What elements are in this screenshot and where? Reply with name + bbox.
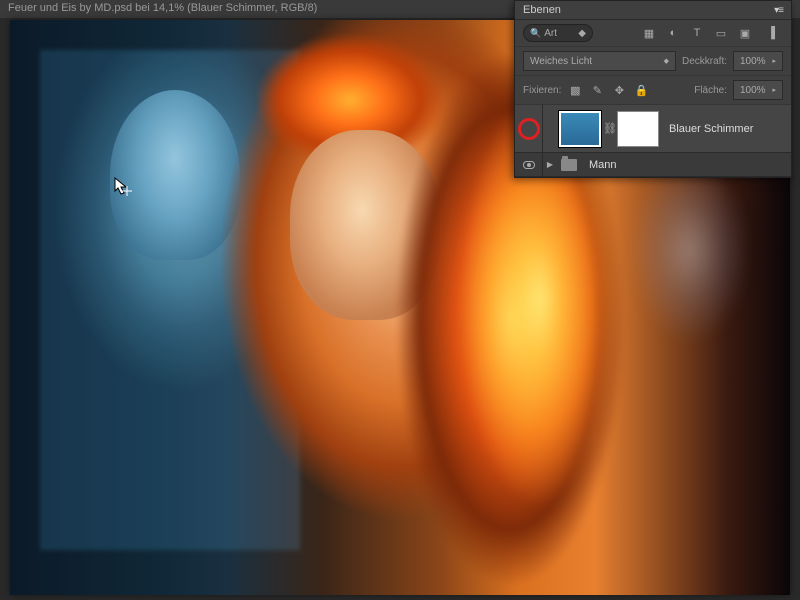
layers-list: ⛓ Blauer Schimmer ▶ Mann (515, 105, 791, 177)
fill-value: 100% (740, 85, 766, 96)
lock-label: Fixieren: (523, 85, 561, 96)
expand-toggle[interactable]: ▶ (543, 160, 557, 169)
eye-icon (523, 161, 535, 169)
folder-icon (561, 159, 577, 171)
chevron-icon: ▸ (772, 86, 776, 94)
blend-mode-select[interactable]: Weiches Licht ◆ (523, 51, 676, 71)
layers-panel: Ebenen ▾≡ 🔍 Art ◆ ▦ ◐ T ▭ ▣ ▌ Weiches Li… (514, 0, 792, 178)
chevron-icon: ◆ (578, 28, 586, 39)
visibility-toggle[interactable] (515, 105, 543, 152)
search-icon: 🔍 (530, 28, 541, 39)
blend-mode-value: Weiches Licht (530, 56, 592, 67)
opacity-value: 100% (740, 56, 766, 67)
filter-type-icon[interactable]: T (689, 25, 705, 41)
highlight-circle-icon (518, 118, 540, 140)
opacity-input[interactable]: 100% ▸ (733, 51, 783, 71)
mask-thumbnail[interactable] (617, 111, 659, 147)
link-mask-icon[interactable]: ⛓ (603, 122, 615, 135)
chevron-icon: ▸ (772, 57, 776, 65)
visibility-toggle[interactable] (515, 153, 543, 177)
layer-row[interactable]: ▶ Mann (515, 153, 791, 177)
lock-position-icon[interactable]: ✥ (611, 82, 627, 98)
layer-row[interactable]: ⛓ Blauer Schimmer (515, 105, 791, 153)
lock-transparent-icon[interactable]: ▩ (567, 82, 583, 98)
lock-pixels-icon[interactable]: ✎ (589, 82, 605, 98)
filter-smart-icon[interactable]: ▣ (737, 25, 753, 41)
layer-thumbnail[interactable] (559, 111, 601, 147)
panel-tab-label: Ebenen (523, 4, 561, 16)
layer-name[interactable]: Blauer Schimmer (661, 123, 791, 135)
panel-tab-layers[interactable]: Ebenen ▾≡ (515, 1, 791, 20)
filter-shape-icon[interactable]: ▭ (713, 25, 729, 41)
fill-label: Fläche: (694, 85, 727, 96)
layer-filter-select[interactable]: 🔍 Art ◆ (523, 24, 593, 42)
panel-menu-icon[interactable]: ▾≡ (774, 5, 783, 16)
lock-all-icon[interactable]: 🔒 (633, 82, 649, 98)
layer-name[interactable]: Mann (581, 159, 791, 171)
filter-pixel-icon[interactable]: ▦ (641, 25, 657, 41)
opacity-label: Deckkraft: (682, 56, 727, 67)
fill-input[interactable]: 100% ▸ (733, 80, 783, 100)
filter-adjust-icon[interactable]: ◐ (665, 25, 681, 41)
chevron-icon: ◆ (664, 57, 669, 65)
filter-toggle-icon[interactable]: ▌ (767, 25, 783, 41)
layer-filter-label: Art (544, 28, 557, 39)
